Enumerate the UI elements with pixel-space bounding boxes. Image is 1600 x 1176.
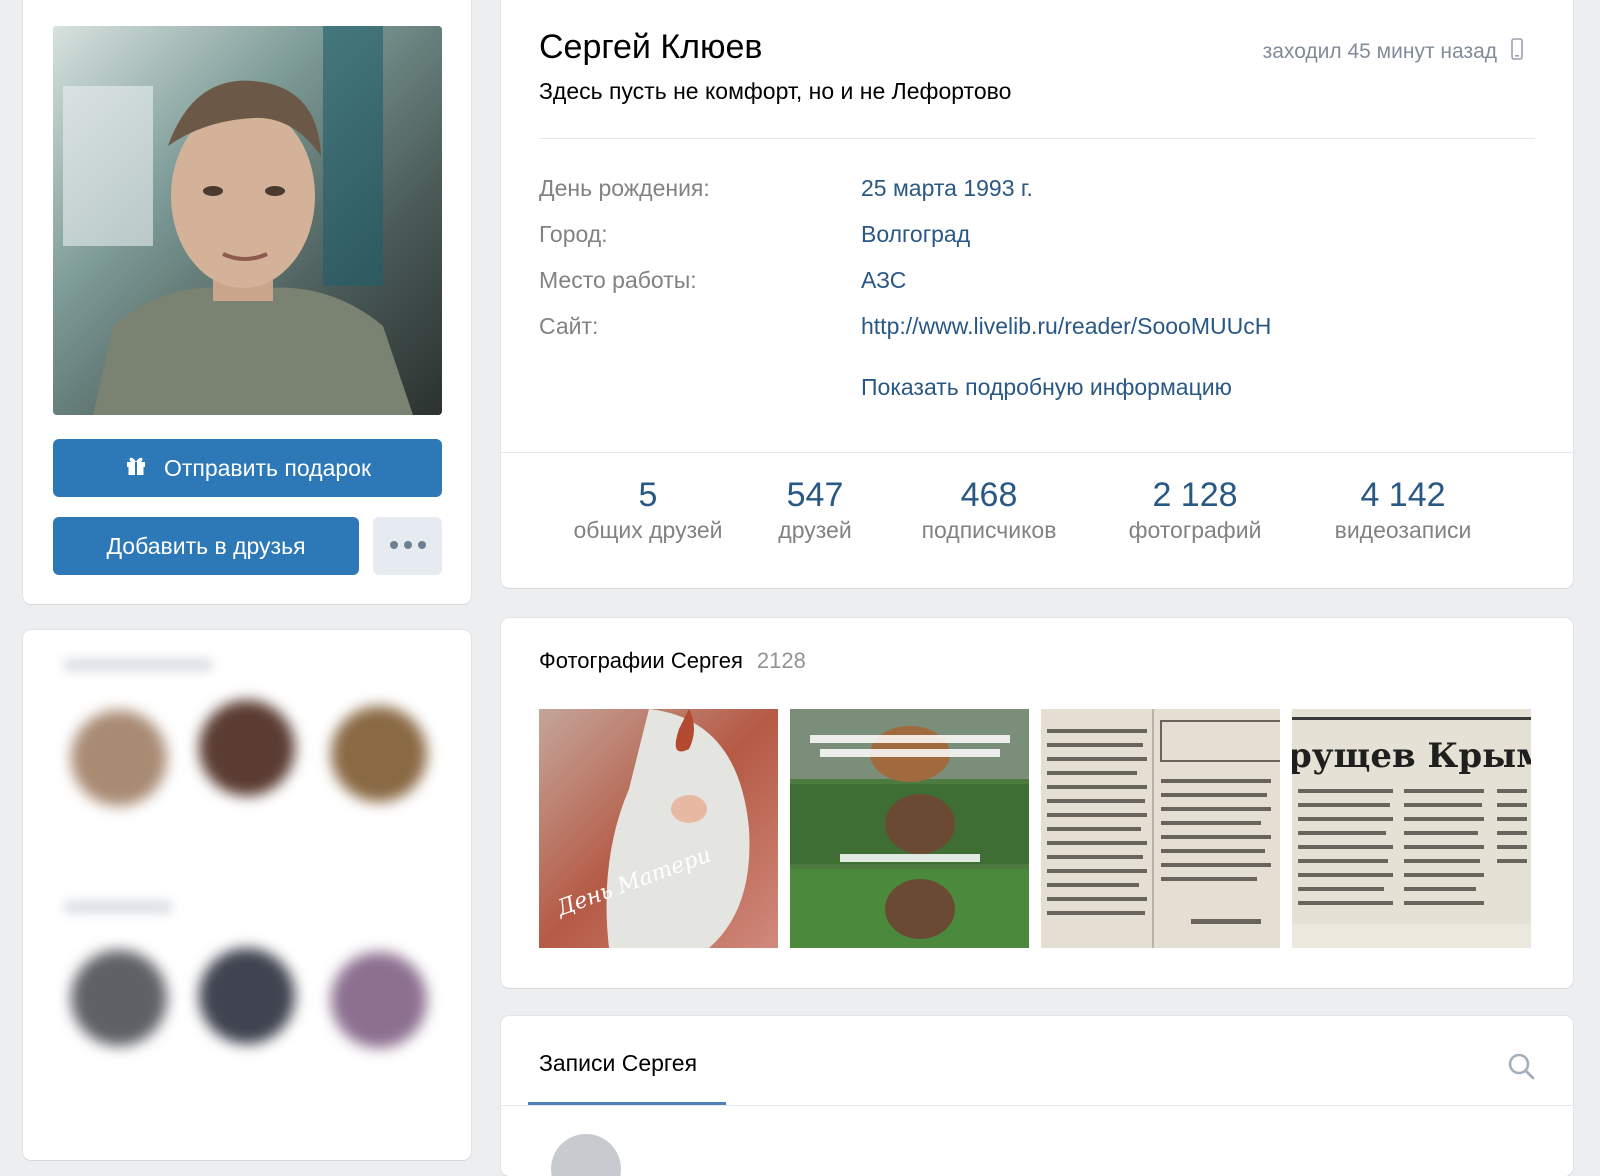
counter-friends[interactable]: 547 друзей	[765, 475, 865, 545]
counter-label: видеозаписи	[1334, 517, 1472, 543]
posts-card: Записи Сергея	[501, 1016, 1573, 1176]
add-friend-button[interactable]: Добавить в друзья	[53, 517, 359, 575]
gift-icon	[124, 453, 148, 483]
photo-thumb-newspaper-clipping[interactable]	[1041, 709, 1280, 948]
birthday-label: День рождения:	[539, 175, 710, 201]
show-more-info-link[interactable]: Показать подробную информацию	[861, 374, 1232, 401]
profile-info-card: Сергей Клюев Здесь пусть не комфорт, но …	[501, 0, 1573, 588]
photo-thumb-newspaper-headline[interactable]: рущев Крым	[1292, 709, 1531, 948]
profile-name: Сергей Клюев	[539, 28, 763, 66]
photo-movie-stills-image	[790, 709, 1029, 948]
workplace-label: Место работы:	[539, 267, 697, 293]
website-link[interactable]: http://www.livelib.ru/reader/SoooMUUcH	[861, 313, 1271, 340]
city-label: Город:	[539, 221, 608, 247]
blurred-friend-avatar	[71, 950, 167, 1046]
profile-photo[interactable]	[53, 26, 442, 415]
counter-mutual-friends[interactable]: 5 общих друзей	[557, 475, 739, 545]
birthday-value[interactable]: 25 марта 1993 г.	[861, 175, 1033, 202]
divider	[501, 452, 1573, 453]
blurred-heading	[63, 658, 213, 672]
counter-number: 5	[638, 476, 658, 514]
last-seen-text: заходил 45 минут назад	[1262, 40, 1497, 63]
photos-count: 2128	[756, 648, 806, 673]
workplace-value[interactable]: АЗС	[861, 267, 906, 294]
tab-posts[interactable]: Записи Сергея	[539, 1050, 697, 1077]
counter-number: 547	[786, 476, 844, 514]
last-seen: заходил 45 минут назад	[1263, 38, 1523, 66]
counter-label: друзей	[778, 517, 852, 543]
send-gift-label: Отправить подарок	[163, 454, 372, 481]
photo-newspaper-headline-image: рущев Крым	[1292, 709, 1531, 948]
city-value[interactable]: Волгоград	[861, 221, 970, 248]
divider	[501, 1105, 1573, 1106]
avatar-card: Отправить подарок Добавить в друзья	[23, 0, 471, 604]
blurred-friend-avatar	[331, 706, 427, 802]
photos-title: Фотографии Сергея	[539, 648, 743, 673]
counter-followers[interactable]: 468 подписчиков	[905, 475, 1073, 545]
counter-number: 2 128	[1152, 476, 1238, 514]
blurred-friend-avatar	[199, 948, 295, 1044]
blurred-friend-avatar	[331, 952, 427, 1048]
photo-mothers-day-image: День Матери	[539, 709, 778, 948]
divider	[539, 138, 1535, 139]
photo-newspaper-clipping-image	[1041, 709, 1280, 948]
photo-thumb-movie-stills[interactable]	[790, 709, 1029, 948]
counter-number: 468	[960, 476, 1018, 514]
counter-photos[interactable]: 2 128 фотографий	[1115, 475, 1275, 545]
profile-status: Здесь пусть не комфорт, но и не Лефортов…	[539, 78, 1012, 104]
counter-videos[interactable]: 4 142 видеозаписи	[1313, 475, 1493, 545]
search-icon[interactable]	[1507, 1052, 1535, 1085]
blurred-friend-avatar	[199, 700, 295, 796]
add-friend-label: Добавить в друзья	[106, 532, 306, 559]
counter-label: подписчиков	[921, 517, 1057, 543]
counter-number: 4 142	[1360, 476, 1446, 514]
profile-photo-image	[53, 26, 442, 415]
counter-label: фотографий	[1128, 517, 1262, 543]
blurred-friend-avatar	[71, 710, 167, 806]
post-author-avatar[interactable]	[551, 1134, 621, 1176]
more-icon	[389, 537, 427, 555]
photos-header[interactable]: Фотографии Сергея 2128	[539, 648, 806, 674]
photos-card: Фотографии Сергея 2128 День Матери рущев…	[501, 618, 1573, 988]
photo-caption: рущев Крым	[1292, 736, 1531, 776]
friends-card-blurred	[23, 630, 471, 1160]
more-actions-button[interactable]	[373, 517, 442, 575]
phone-icon	[1511, 38, 1523, 66]
counter-label: общих друзей	[573, 517, 723, 543]
website-label: Сайт:	[539, 313, 599, 339]
send-gift-button[interactable]: Отправить подарок	[53, 439, 442, 497]
blurred-heading	[63, 900, 173, 914]
photo-thumb-mothers-day[interactable]: День Матери	[539, 709, 778, 948]
